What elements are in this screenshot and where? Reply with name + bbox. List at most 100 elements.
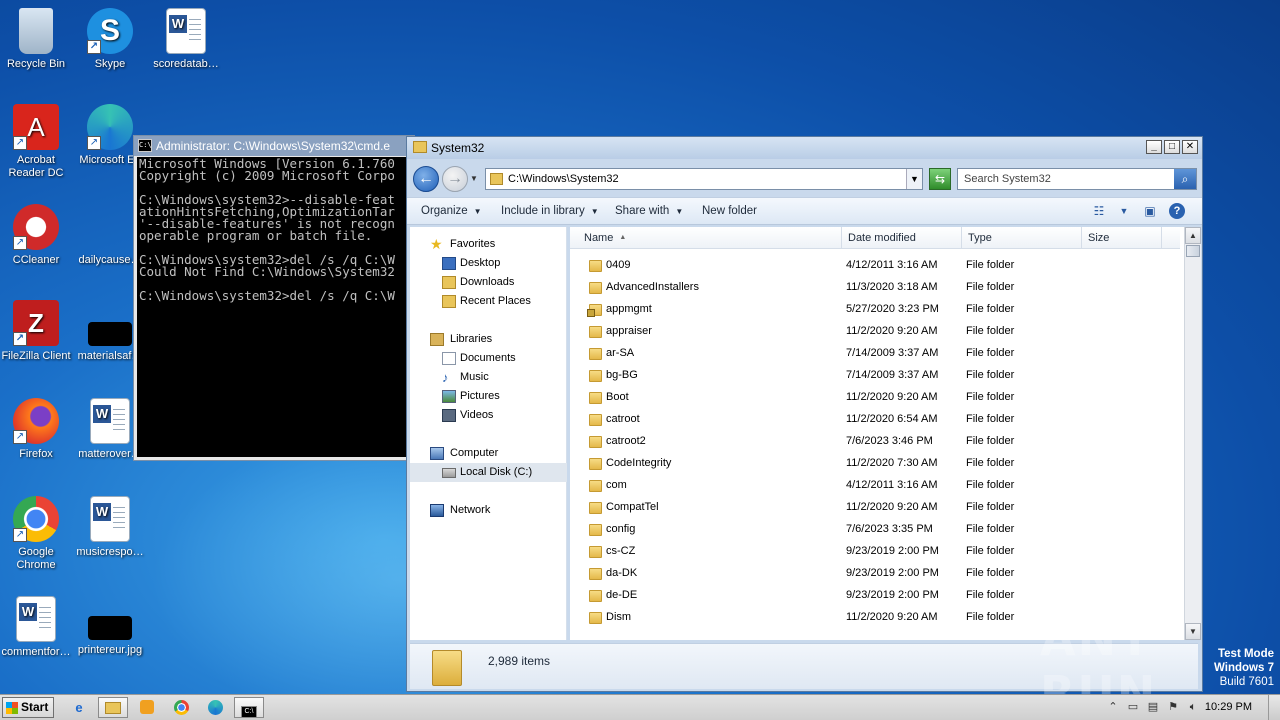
desktop-icon-firefox[interactable]: ↗ Firefox <box>0 398 74 461</box>
folder-icon <box>589 282 602 294</box>
nav-music[interactable]: ♪ Music <box>410 368 567 387</box>
network-tray-icon[interactable]: ▤ <box>1146 700 1160 714</box>
view-dropdown-icon[interactable]: ▼ <box>1115 203 1133 219</box>
file-row[interactable]: config 7/6/2023 3:35 PM File folder <box>570 519 1180 541</box>
back-button[interactable]: ← <box>413 166 439 192</box>
cmd-window[interactable]: C:\ Administrator: C:\Windows\System32\c… <box>133 135 415 461</box>
file-row[interactable]: com 4/12/2011 3:16 AM File folder <box>570 475 1180 497</box>
column-size[interactable]: Size <box>1082 227 1162 249</box>
nav-pictures[interactable]: Pictures <box>410 387 567 406</box>
desktop-icon-chrome[interactable]: ↗ Google Chrome <box>0 496 74 572</box>
locked-folder-icon <box>587 304 602 317</box>
show-desktop-button[interactable] <box>1268 695 1280 720</box>
cmd-console[interactable]: Microsoft Windows [Version 6.1.760 Copyri… <box>137 157 414 457</box>
desktop-icon-filezilla[interactable]: Z ↗ FileZilla Client <box>0 300 74 363</box>
start-button[interactable]: Start <box>2 697 54 718</box>
system-tray: ⌃ ▭ ▤ ⚑ 🔈︎ 10:29 PM <box>1100 695 1280 720</box>
file-row[interactable]: CodeIntegrity 11/2/2020 7:30 AM File folde… <box>570 453 1180 475</box>
nav-computer[interactable]: Computer <box>410 444 567 463</box>
file-row[interactable]: AdvancedInstallers 11/3/2020 3:18 AM File … <box>570 277 1180 299</box>
nav-network[interactable]: Network <box>410 501 567 520</box>
cmd-line: Copyright (c) 2009 Microsoft Corpo <box>139 168 395 183</box>
monitor-icon[interactable]: ▭ <box>1126 700 1140 714</box>
recent-pages-dropdown[interactable]: ▼ <box>470 174 478 183</box>
taskbar-explorer-icon[interactable] <box>98 697 128 718</box>
folder-icon <box>413 141 427 153</box>
show-hidden-icons-icon[interactable]: ⌃ <box>1106 700 1120 714</box>
nav-documents[interactable]: Documents <box>410 349 567 368</box>
file-row[interactable]: da-DK 9/23/2019 2:00 PM File folder <box>570 563 1180 585</box>
search-placeholder: Search System32 <box>964 173 1051 185</box>
new-folder-button[interactable]: New folder <box>702 205 757 217</box>
forward-button[interactable]: → <box>442 166 468 192</box>
column-date-modified[interactable]: Date modified <box>842 227 962 249</box>
word-document-icon <box>16 596 56 642</box>
view-options-icon[interactable]: ☷ <box>1090 203 1108 219</box>
refresh-button[interactable]: ⇆ <box>929 168 951 190</box>
desktop-icon-printereur[interactable]: printereur.jpg <box>72 596 148 657</box>
vertical-scrollbar[interactable]: ▲ ▼ <box>1184 227 1201 640</box>
taskbar-media-player-icon[interactable] <box>132 697 162 718</box>
help-icon[interactable]: ? <box>1169 203 1185 219</box>
test-mode-line: Windows 7 <box>1214 662 1274 674</box>
preview-pane-icon[interactable]: ▣ <box>1141 203 1159 219</box>
taskbar-chrome-icon[interactable] <box>166 697 196 718</box>
folder-icon <box>589 414 602 426</box>
file-row[interactable]: catroot 11/2/2020 6:54 AM File folder <box>570 409 1180 431</box>
cmd-title-bar[interactable]: C:\ Administrator: C:\Windows\System32\c… <box>134 136 414 156</box>
nav-libraries[interactable]: Libraries <box>410 330 567 349</box>
file-row[interactable]: ar-SA 7/14/2009 3:37 AM File folder <box>570 343 1180 365</box>
desktop-icon-recycle-bin[interactable]: Recycle Bin <box>0 8 74 71</box>
desktop-icon-musicrespo[interactable]: musicrespo… <box>72 496 148 559</box>
cmd-line: operable program or batch file. <box>139 228 373 243</box>
nav-recent-places[interactable]: Recent Places <box>410 292 567 311</box>
nav-videos[interactable]: Videos <box>410 406 567 425</box>
file-row[interactable]: catroot2 7/6/2023 3:46 PM File folder <box>570 431 1180 453</box>
close-button[interactable]: ✕ <box>1182 140 1198 154</box>
firefox-icon: ↗ <box>13 398 59 444</box>
desktop-icon-acrobat[interactable]: A ↗ Acrobat Reader DC <box>0 104 74 180</box>
taskbar-ie-icon[interactable]: e <box>64 697 94 718</box>
cmd-line: C:\Windows\system32>del /s /q C:\W <box>139 288 395 303</box>
file-row[interactable]: CompatTel 11/2/2020 9:20 AM File folder <box>570 497 1180 519</box>
nav-desktop[interactable]: Desktop <box>410 254 567 273</box>
nav-local-disk[interactable]: Local Disk (C:) <box>410 463 567 482</box>
shortcut-arrow-icon: ↗ <box>87 136 101 150</box>
shortcut-arrow-icon: ↗ <box>13 430 27 444</box>
taskbar-edge-icon[interactable] <box>200 697 230 718</box>
include-in-library-menu[interactable]: Include in library ▼ <box>501 205 599 217</box>
desktop-icon-scoredatab[interactable]: scoredatab… <box>148 8 224 71</box>
column-type[interactable]: Type <box>962 227 1082 249</box>
clock[interactable]: 10:29 PM <box>1205 701 1252 713</box>
desktop-icon-commentfor[interactable]: commentfor… <box>0 596 74 659</box>
desktop-icon-ccleaner[interactable]: ↗ CCleaner <box>0 204 74 267</box>
folder-icon <box>589 436 602 448</box>
search-icon[interactable]: ⌕ <box>1174 169 1196 189</box>
desktop-icon-skype[interactable]: S ↗ Skype <box>72 8 148 71</box>
file-row[interactable]: bg-BG 7/14/2009 3:37 AM File folder <box>570 365 1180 387</box>
explorer-window[interactable]: System32 _ □ ✕ ← → ▼ C:\Windows\System32… <box>406 136 1203 692</box>
file-row[interactable]: cs-CZ 9/23/2019 2:00 PM File folder <box>570 541 1180 563</box>
nav-favorites[interactable]: ★ Favorites <box>410 235 567 254</box>
file-row[interactable]: appraiser 11/2/2020 9:20 AM File folder <box>570 321 1180 343</box>
folder-icon <box>589 546 602 558</box>
share-with-menu[interactable]: Share with ▼ <box>615 205 683 217</box>
organize-menu[interactable]: Organize ▼ <box>421 205 482 217</box>
column-name[interactable]: Name ▲ <box>570 227 842 249</box>
explorer-title-bar[interactable]: System32 _ □ ✕ <box>407 137 1202 159</box>
file-row[interactable]: appmgmt 5/27/2020 3:23 PM File folder <box>570 299 1180 321</box>
file-row[interactable]: 0409 4/12/2011 3:16 AM File folder <box>570 255 1180 277</box>
volume-icon[interactable]: 🔈︎ <box>1186 700 1200 714</box>
nav-downloads[interactable]: Downloads <box>410 273 567 292</box>
taskbar-cmd-icon[interactable]: C:\ <box>234 697 264 718</box>
maximize-button[interactable]: □ <box>1164 140 1180 154</box>
scroll-up-button[interactable]: ▲ <box>1185 227 1201 244</box>
address-bar[interactable]: C:\Windows\System32 ▼ <box>485 168 923 190</box>
minimize-button[interactable]: _ <box>1146 140 1162 154</box>
scroll-thumb[interactable] <box>1186 245 1200 257</box>
address-dropdown-button[interactable]: ▼ <box>906 169 922 189</box>
flag-icon[interactable]: ⚑ <box>1166 700 1180 714</box>
search-input[interactable]: Search System32 ⌕ <box>957 168 1197 190</box>
file-row[interactable]: de-DE 9/23/2019 2:00 PM File folder <box>570 585 1180 607</box>
file-row[interactable]: Boot 11/2/2020 9:20 AM File folder <box>570 387 1180 409</box>
